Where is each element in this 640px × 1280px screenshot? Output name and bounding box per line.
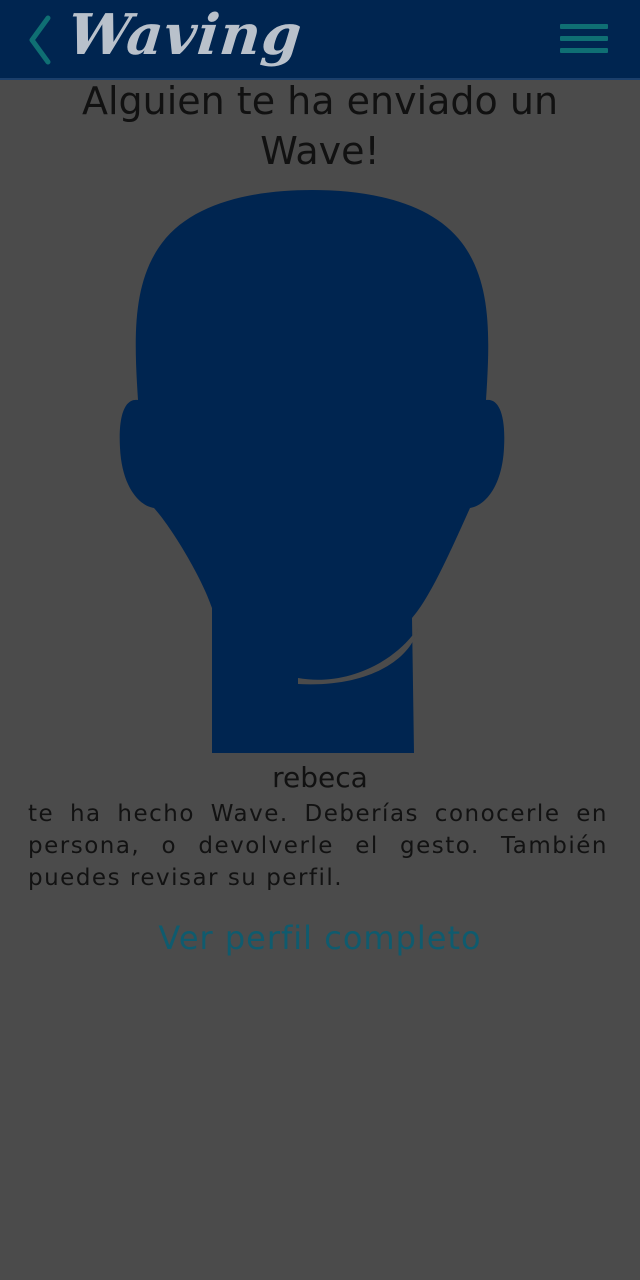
menu-bar [560, 48, 608, 53]
menu-bar [560, 36, 608, 41]
page-title: Alguien te ha enviado un Wave! [81, 79, 559, 173]
view-full-profile-link[interactable]: Ver perfil completo [0, 916, 640, 960]
top-navigation-bar: Waving [0, 0, 640, 80]
app-logo: Waving [64, 2, 306, 68]
user-silhouette-icon [119, 190, 505, 753]
menu-bar [560, 24, 608, 29]
sender-username: rebeca [272, 761, 368, 794]
wave-message: te ha hecho Wave. Deberías conocerle en … [28, 801, 608, 891]
chevron-left-icon [29, 15, 51, 65]
hamburger-menu-button[interactable] [560, 20, 612, 60]
back-button[interactable] [22, 12, 58, 68]
